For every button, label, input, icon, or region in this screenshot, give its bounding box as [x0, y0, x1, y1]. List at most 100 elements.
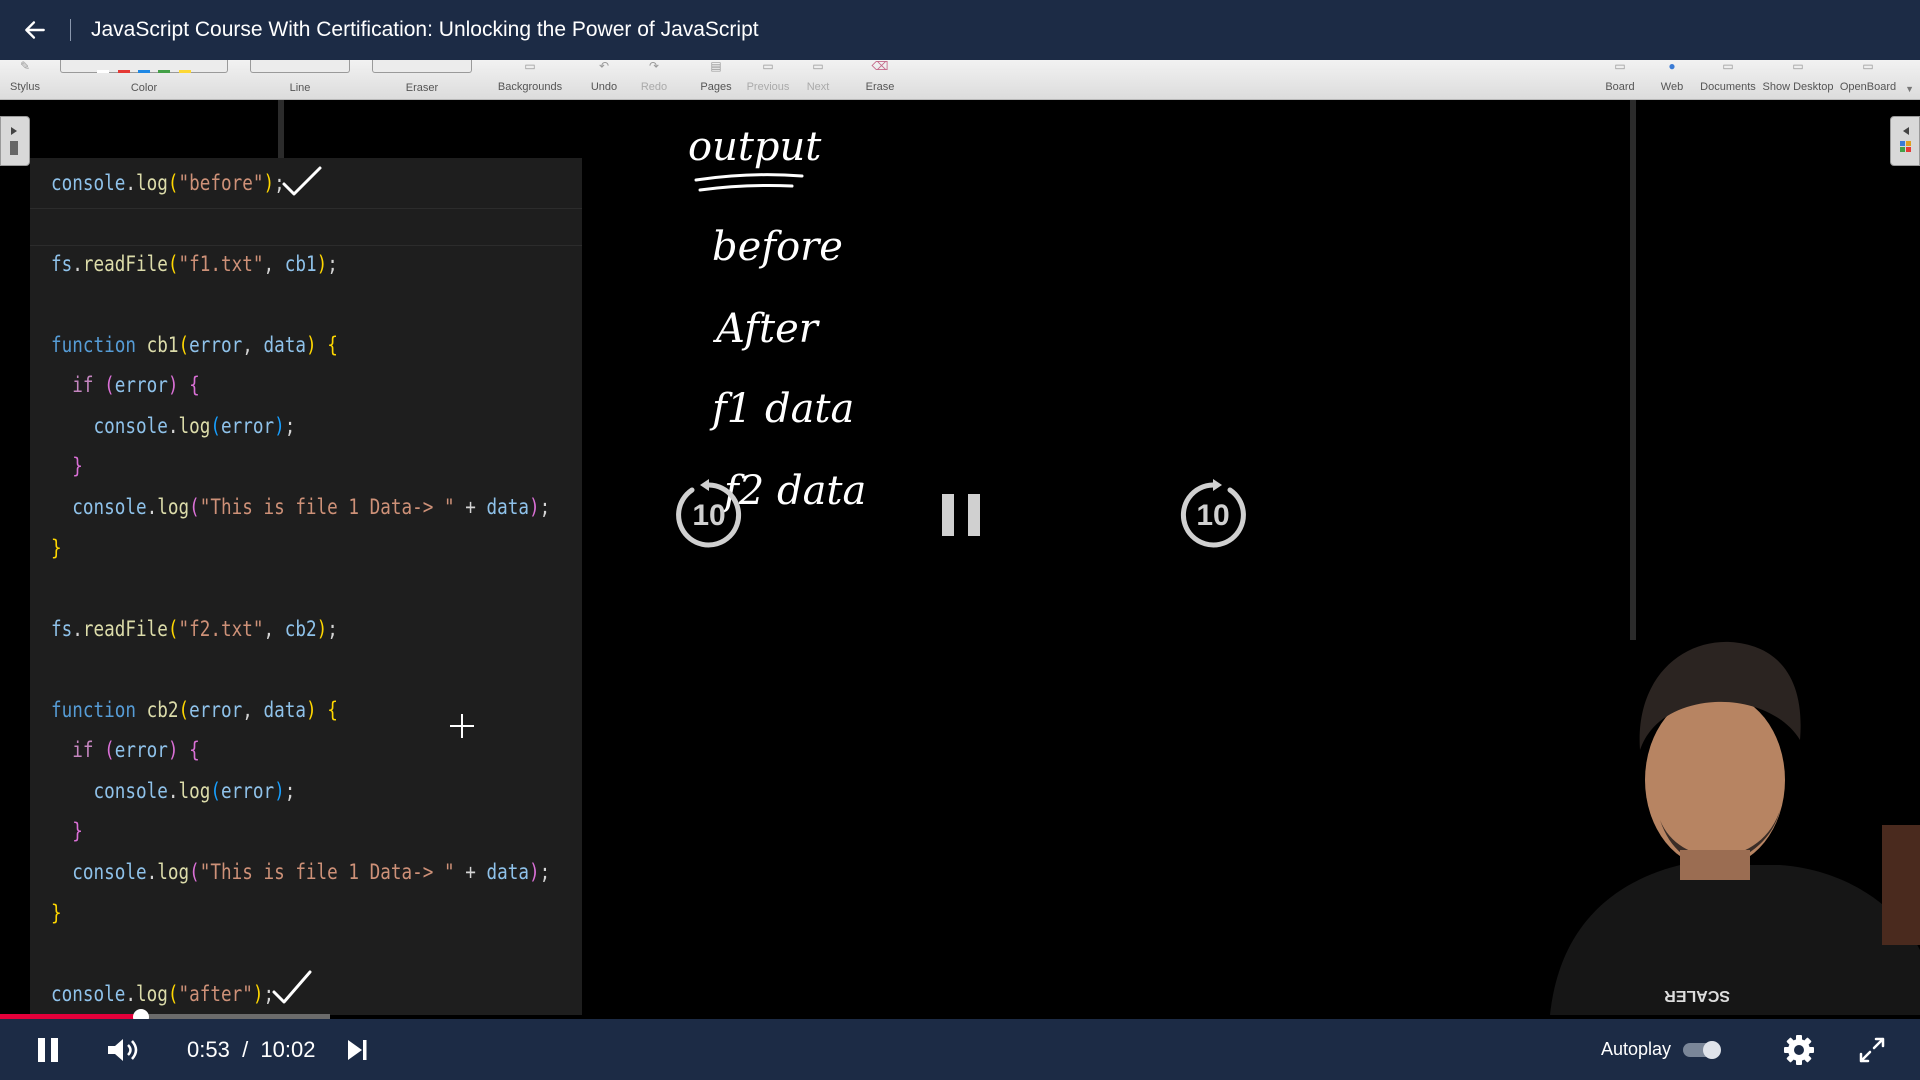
panel-collapse-icon [1900, 127, 1911, 152]
toolbar-pages-label: Pages [700, 81, 732, 93]
toolbar-eraser-label: Eraser [405, 82, 439, 94]
color-swatch[interactable] [117, 70, 130, 73]
toolbar-stylus[interactable]: ✎ Stylus [4, 60, 46, 99]
pages-icon: ▤ [710, 59, 722, 73]
toolbar-next[interactable]: ▭ Next [798, 60, 838, 99]
time-display: 0:53 / 10:02 [187, 1019, 315, 1080]
settings-button[interactable] [1780, 1019, 1818, 1080]
toolbar-openboard[interactable]: ▭ OpenBoard [1838, 60, 1898, 99]
toolbar-pages[interactable]: ▤ Pages [696, 60, 736, 99]
output-line-f1-data: f1 data [709, 386, 854, 432]
code-line: } [72, 454, 83, 478]
arrow-left-icon [25, 21, 45, 39]
toolbar-erase[interactable]: ⌫ Erase [860, 60, 900, 99]
output-line-before: before [712, 224, 843, 270]
toolbar-eraser[interactable]: Eraser [372, 60, 472, 99]
color-swatch[interactable] [178, 70, 191, 73]
toolbar-documents[interactable]: ▭ Documents [1696, 60, 1760, 99]
toolbar-openboard-label: OpenBoard [1839, 81, 1897, 93]
code-screenshot: console.log("before"); fs.readFile("f1.t… [30, 158, 582, 1015]
code-line: console.log("This is file 1 Data-> " + d… [72, 860, 551, 884]
board-toolbar: ✎ Stylus Color Line Eraser ▭ Backgrounds… [0, 60, 1920, 100]
svg-text:SCALER: SCALER [1664, 987, 1730, 1004]
eraser-size-selector [372, 60, 472, 73]
color-swatch[interactable] [97, 70, 110, 73]
toolbar-next-label: Next [806, 81, 830, 93]
code-line: console.log("after"); [51, 982, 275, 1006]
toolbar-color-label: Color [130, 82, 158, 94]
toolbar-board[interactable]: ▭ Board [1600, 60, 1640, 99]
code-line: } [51, 901, 62, 925]
volume-icon [108, 1038, 138, 1061]
toolbar-color[interactable]: Color [60, 60, 228, 99]
code-line: fs.readFile("f2.txt", cb2); [51, 617, 338, 641]
erase-icon: ⌫ [871, 59, 889, 73]
back-button[interactable] [0, 0, 70, 60]
left-panel-toggle[interactable] [0, 116, 30, 166]
volume-button[interactable] [100, 1019, 148, 1080]
time-separator: / [242, 1037, 249, 1062]
color-swatch[interactable] [158, 70, 171, 73]
center-pause-button[interactable] [938, 492, 984, 538]
autoplay-toggle[interactable] [1683, 1041, 1721, 1059]
player-control-bar: 0:53 / 10:02 Autoplay [0, 1019, 1920, 1080]
code-line: if (error) { [72, 738, 200, 762]
right-panel-toggle[interactable] [1890, 116, 1920, 166]
title-divider [70, 19, 71, 41]
current-line-highlight [30, 208, 582, 246]
presenter-video: SCALER [1550, 641, 1920, 1015]
play-pause-button[interactable] [28, 1019, 68, 1080]
redo-icon: ↷ [648, 59, 660, 73]
openboard-icon: ▭ [1862, 59, 1874, 73]
line-width-selector [250, 60, 350, 73]
fullscreen-button[interactable] [1852, 1019, 1892, 1080]
handwritten-output: output before After f1 data f2 data [688, 124, 866, 514]
current-time: 0:53 [187, 1037, 230, 1062]
panel-expand-icon [10, 127, 18, 155]
toolbar-show-desktop-label: Show Desktop [1762, 81, 1834, 93]
toolbar-menu-arrow-icon[interactable]: ▼ [1905, 84, 1914, 94]
output-heading: output [688, 124, 822, 170]
board-icon: ▭ [1614, 59, 1626, 73]
previous-icon: ▭ [762, 59, 774, 73]
toolbar-redo[interactable]: ↷ Redo [634, 60, 674, 99]
toolbar-web-label: Web [1660, 81, 1684, 93]
stylus-icon: ✎ [19, 59, 31, 73]
rewind-10-button[interactable]: 10 [672, 478, 746, 552]
desktop-icon: ▭ [1792, 59, 1804, 73]
forward-10-button[interactable]: 10 [1176, 478, 1250, 552]
rewind-seconds-label: 10 [692, 499, 725, 532]
code-line: } [51, 536, 62, 560]
checkmark-icon [282, 166, 322, 196]
toolbar-show-desktop[interactable]: ▭ Show Desktop [1760, 60, 1836, 99]
toolbar-documents-label: Documents [1700, 81, 1756, 93]
toolbar-erase-label: Erase [865, 81, 895, 93]
title-bar: JavaScript Course With Certification: Un… [0, 0, 1920, 60]
forward-seconds-label: 10 [1196, 499, 1229, 532]
next-icon: ▭ [812, 59, 824, 73]
globe-icon: ● [1668, 59, 1676, 73]
code-line: console.log("before"); [51, 171, 285, 195]
output-line-after: After [712, 306, 821, 352]
toolbar-redo-label: Redo [640, 81, 668, 93]
forward-icon: 10 [1180, 479, 1246, 548]
toolbar-backgrounds-label: Backgrounds [497, 81, 563, 93]
toolbar-line[interactable]: Line [250, 60, 350, 99]
next-video-button[interactable] [340, 1019, 374, 1080]
divider-line [1630, 100, 1636, 640]
color-swatch[interactable] [138, 70, 150, 73]
toolbar-previous[interactable]: ▭ Previous [744, 60, 792, 99]
toolbar-backgrounds[interactable]: ▭ Backgrounds [494, 60, 566, 99]
autoplay-label: Autoplay [1601, 1039, 1672, 1059]
fullscreen-icon [1859, 1037, 1885, 1062]
skip-next-icon [348, 1039, 367, 1060]
toolbar-undo[interactable]: ↶ Undo [584, 60, 624, 99]
gear-icon [1784, 1034, 1814, 1065]
crosshair-cursor-icon [450, 714, 474, 738]
code-line: console.log(error); [93, 779, 296, 803]
undo-icon: ↶ [598, 59, 610, 73]
toolbar-web[interactable]: ● Web [1652, 60, 1692, 99]
toolbar-previous-label: Previous [746, 81, 790, 93]
toolbar-line-label: Line [289, 82, 311, 94]
duration: 10:02 [260, 1037, 316, 1062]
